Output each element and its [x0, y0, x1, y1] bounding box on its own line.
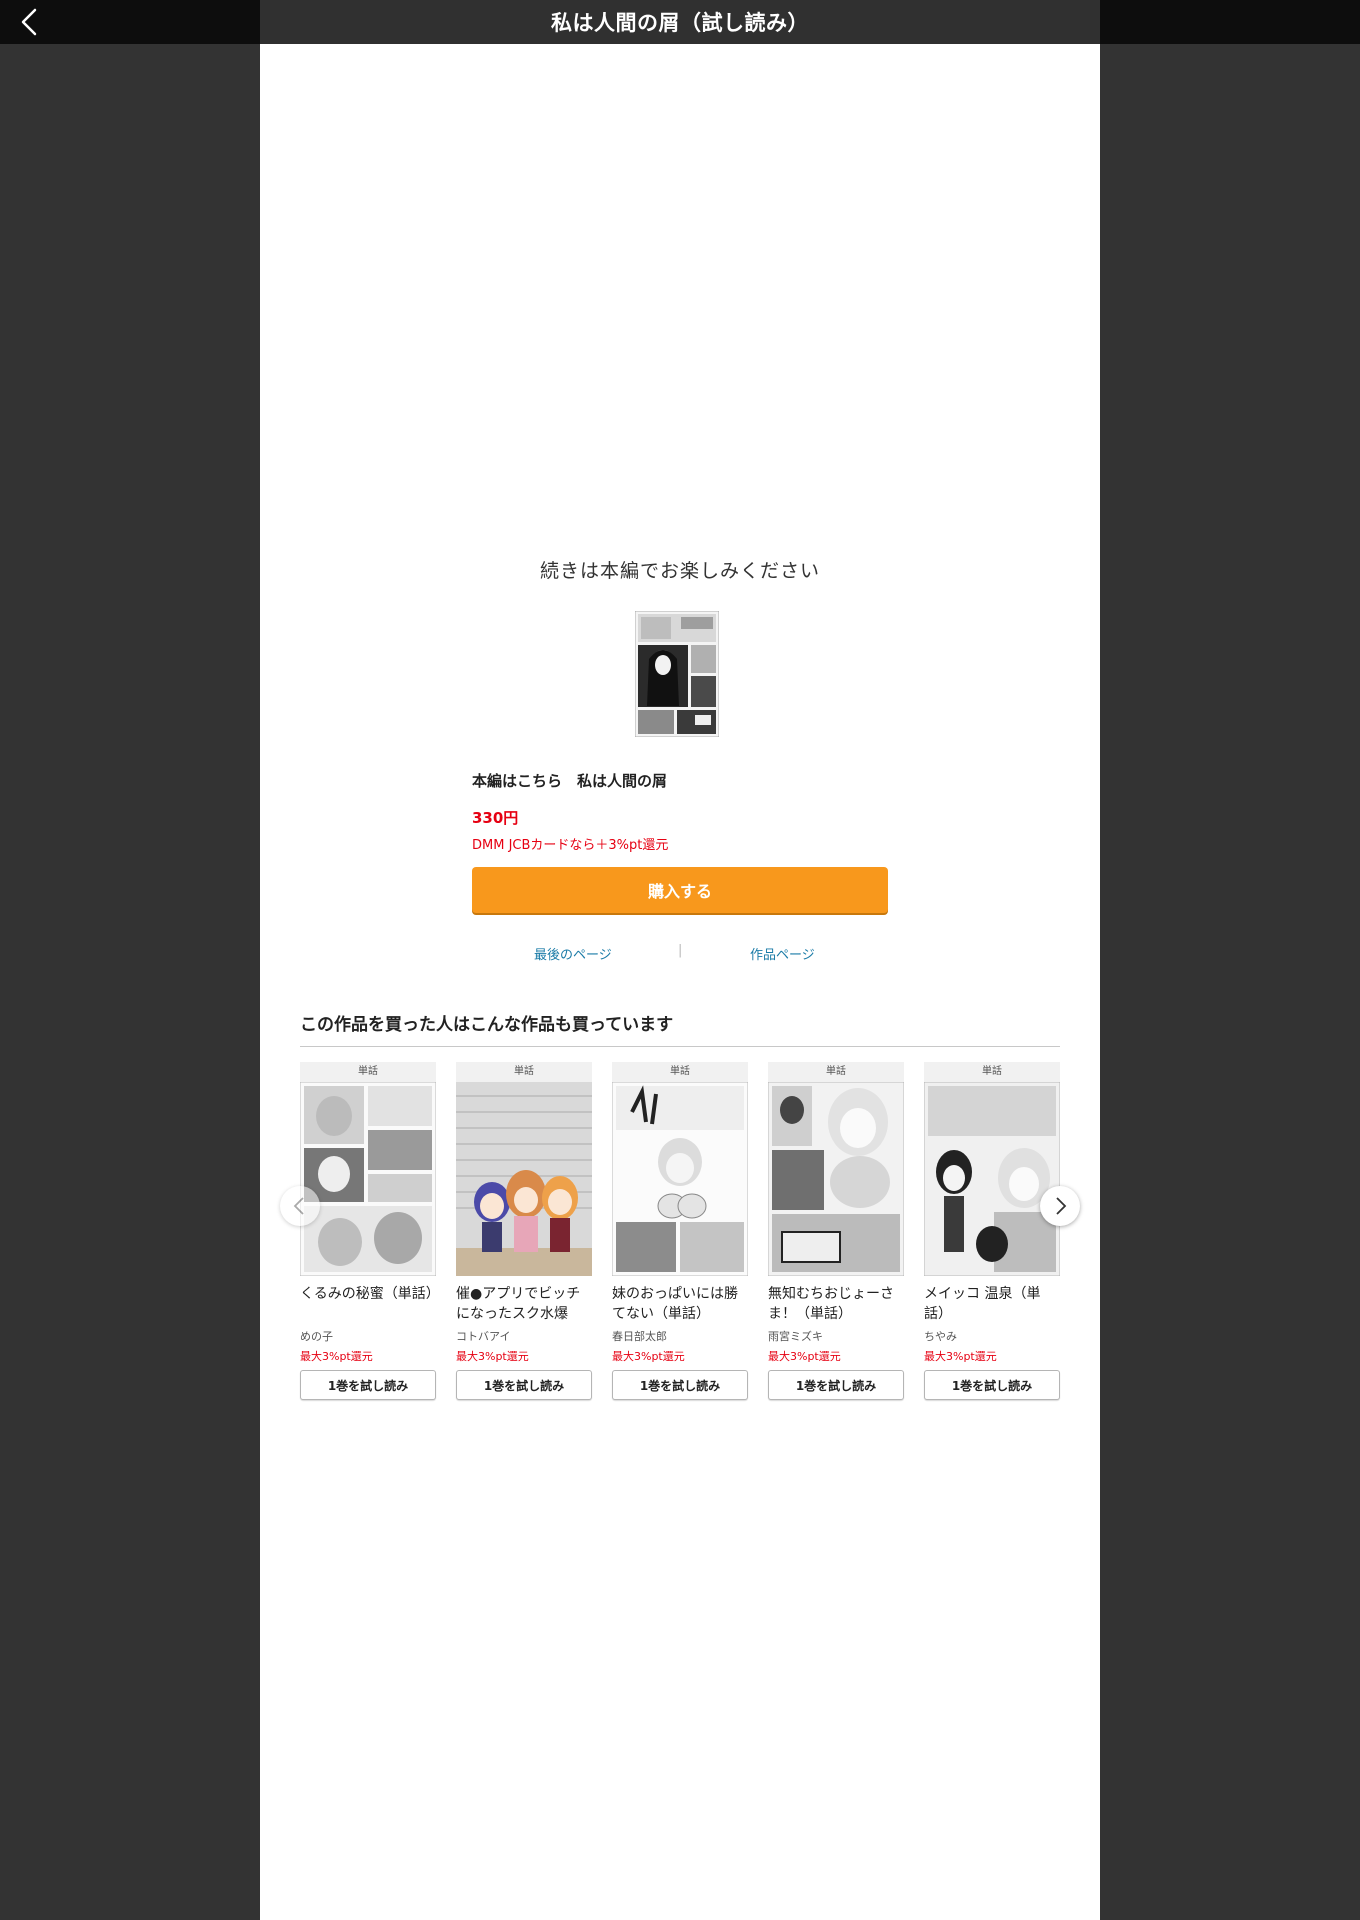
viewer-end-page: 続きは本編でお楽しみください 本編はこちら 私は人間の屑 330円 DMM JC…	[260, 44, 1100, 1920]
cover-image	[768, 1082, 904, 1276]
link-separator: |	[678, 943, 683, 958]
trial-read-button[interactable]: 1巻を試し読み	[300, 1370, 436, 1400]
recommendation-author[interactable]: 春日部太郎	[612, 1328, 748, 1344]
recommendation-author[interactable]: 雨宮ミズキ	[768, 1328, 904, 1344]
back-chevron-icon[interactable]	[14, 6, 46, 38]
cover-image	[924, 1082, 1060, 1276]
cover-image	[612, 1082, 748, 1276]
work-page-link[interactable]: 作品ページ	[750, 944, 815, 963]
points-note: 最大3%pt還元	[300, 1350, 373, 1363]
main-product-cover-image[interactable]	[635, 611, 719, 737]
recommendation-thumbnail[interactable]: 単話	[300, 1062, 436, 1276]
format-tag: 単話	[514, 1066, 534, 1077]
last-page-link[interactable]: 最後のページ	[534, 944, 612, 963]
trial-read-button[interactable]: 1巻を試し読み	[456, 1370, 592, 1400]
recommendation-card[interactable]: 単話 くるみの秘蜜（単話） めの子 最大3%pt還元 1巻を試し読み	[300, 1062, 436, 1400]
format-tag: 単話	[670, 1066, 690, 1077]
recommendation-author[interactable]: ちやみ	[924, 1328, 1060, 1344]
page-title: 私は人間の屑（試し読み）	[551, 11, 809, 35]
title-area: 私は人間の屑（試し読み）	[260, 0, 1100, 44]
points-note: 最大3%pt還元	[924, 1350, 997, 1363]
continue-message: 続きは本編でお楽しみください	[539, 560, 820, 582]
points-note: 最大3%pt還元	[456, 1350, 529, 1363]
recommendation-title[interactable]: 無知むちおじょーさま！（単話）	[768, 1284, 904, 1324]
recommendation-title[interactable]: くるみの秘蜜（単話）	[300, 1284, 436, 1324]
points-note: 最大3%pt還元	[768, 1350, 841, 1363]
cover-image	[456, 1082, 592, 1276]
recommendation-thumbnail[interactable]: 単話	[456, 1062, 592, 1276]
section-divider	[300, 1046, 1060, 1047]
trial-read-button[interactable]: 1巻を試し読み	[768, 1370, 904, 1400]
recommendation-card[interactable]: 単話 無知むちおじょーさま！（単話） 雨宮ミズキ 最大3%pt還元 1巻を試し読…	[768, 1062, 904, 1400]
carousel-next-button[interactable]	[1040, 1186, 1080, 1226]
format-tag: 単話	[826, 1066, 846, 1077]
points-note: 最大3%pt還元	[612, 1350, 685, 1363]
recommendation-author[interactable]: コトバアイ	[456, 1328, 592, 1344]
chevron-right-icon	[1056, 1197, 1067, 1215]
format-tag: 単話	[982, 1066, 1002, 1077]
recommendation-card[interactable]: 単話 メイッコ 温泉（単話） ちやみ 最大3%pt還元 1巻を試し読み	[924, 1062, 1060, 1400]
product-price: 330円	[472, 809, 519, 827]
recommendation-title[interactable]: 催●アプリでビッチになったスク水爆乳…	[456, 1284, 592, 1324]
top-bar: 私は人間の屑（試し読み）	[0, 0, 1360, 44]
recommendation-title[interactable]: 妹のおっぱいには勝てない（単話）	[612, 1284, 748, 1324]
cashback-note: DMM JCBカードなら＋3%pt還元	[472, 838, 669, 853]
buy-button[interactable]: 購入する	[472, 867, 888, 913]
recommendation-thumbnail[interactable]: 単話	[768, 1062, 904, 1276]
trial-read-button[interactable]: 1巻を試し読み	[612, 1370, 748, 1400]
cover-image	[300, 1082, 436, 1276]
recommendation-card[interactable]: 単話 催●アプリでビッチになったスク水爆 コトバアイ 最大3%pt還元 1巻を試…	[456, 1062, 592, 1400]
chevron-left-icon	[293, 1197, 304, 1215]
recommendations-heading: この作品を買った人はこんな作品も買っています	[300, 1015, 674, 1035]
recommendation-title[interactable]: メイッコ 温泉（単話）	[924, 1284, 1060, 1324]
format-tag: 単話	[358, 1066, 378, 1077]
recommendation-card[interactable]: 単話 妹のおっぱいには勝てない（単話） 春日部太郎 最大3%pt還元 1巻を試し…	[612, 1062, 748, 1400]
product-title: 本編はこちら 私は人間の屑	[472, 772, 668, 790]
trial-read-button[interactable]: 1巻を試し読み	[924, 1370, 1060, 1400]
carousel-prev-button[interactable]	[280, 1186, 320, 1226]
recommendation-author[interactable]: めの子	[300, 1328, 436, 1344]
recommendation-thumbnail[interactable]: 単話	[924, 1062, 1060, 1276]
recommendation-thumbnail[interactable]: 単話	[612, 1062, 748, 1276]
